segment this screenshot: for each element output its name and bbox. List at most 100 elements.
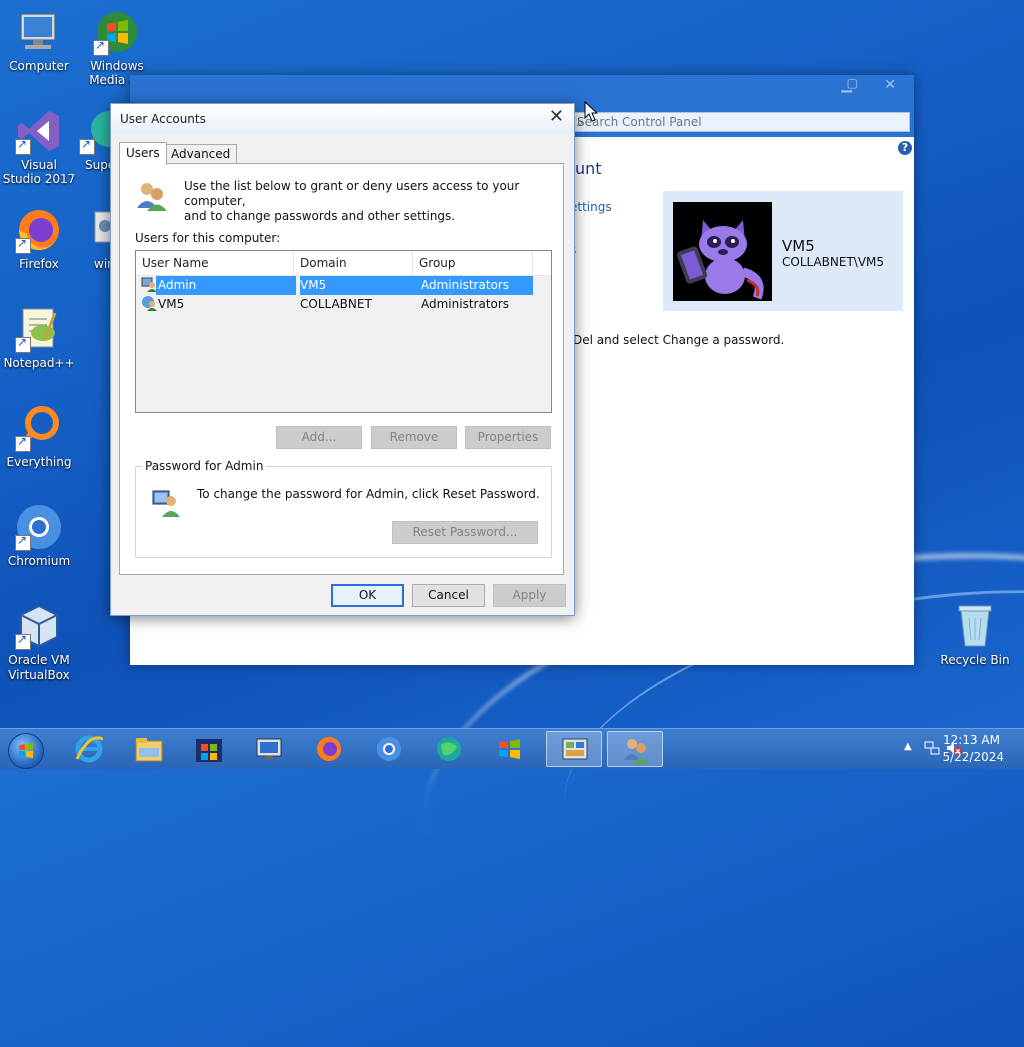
user-password-icon <box>151 487 183 519</box>
user-name: VM5 <box>782 237 815 255</box>
desktop-icon-visual-studio[interactable]: Visual Studio 2017 <box>1 107 77 186</box>
users-listview[interactable]: User Name Domain Group Admin VM5 Adminis… <box>135 250 552 413</box>
remove-user-button[interactable]: Remove <box>371 426 457 449</box>
network-icon[interactable] <box>924 740 940 759</box>
user-accounts-icon <box>624 739 649 764</box>
search-icon[interactable]: ⌕ <box>577 115 903 130</box>
desktop-icon-notepad-plus-plus[interactable]: Notepad++ <box>1 305 77 370</box>
password-group-title: Password for Admin <box>142 459 267 473</box>
taskbar-control-panel[interactable] <box>546 731 602 767</box>
password-hint-text: Del and select Change a password. <box>573 333 785 347</box>
table-row[interactable]: Admin VM5 Administrators <box>138 276 533 295</box>
everything-search-icon <box>15 404 63 452</box>
clock-date[interactable]: 5/22/2024 <box>942 750 1004 764</box>
taskbar-user-accounts[interactable] <box>607 731 663 767</box>
user-account-icon <box>141 295 157 317</box>
maximize-icon[interactable]: ▢ <box>847 76 858 90</box>
password-groupbox: Password for Admin To change the passwor… <box>135 459 552 558</box>
help-icon[interactable]: ? <box>898 141 912 155</box>
windows-media-center-icon <box>499 739 520 759</box>
internet-explorer-icon <box>75 735 103 763</box>
desktop-icon-firefox[interactable]: Firefox <box>1 206 77 271</box>
taskbar-firefox[interactable] <box>301 731 357 767</box>
desktop-icon-label: Recycle Bin <box>940 653 1010 667</box>
user-card: VM5 COLLABNET\VM5 <box>663 191 903 311</box>
taskbar-windows-store[interactable] <box>181 731 237 767</box>
search-control-panel-input[interactable]: Search Control Panel ⌕ <box>572 112 910 132</box>
dialog-title: User Accounts <box>120 112 206 126</box>
desktop-icon-label: Computer <box>9 59 69 73</box>
desktop-icon-everything[interactable]: Everything <box>1 404 77 469</box>
taskbar-maps[interactable] <box>421 731 477 767</box>
apply-button[interactable]: Apply <box>493 584 566 607</box>
column-header-group[interactable]: Group <box>413 251 533 275</box>
users-tab-panel: Use the list below to grant or deny user… <box>119 163 564 575</box>
computer-icon <box>15 8 63 56</box>
firefox-icon <box>15 206 63 254</box>
column-header-user-name[interactable]: User Name <box>136 251 294 275</box>
table-row[interactable]: VM5 COLLABNET Administrators <box>138 295 533 314</box>
column-header-domain[interactable]: Domain <box>294 251 413 275</box>
show-hidden-icons-icon[interactable]: ▲ <box>904 741 912 752</box>
users-icon <box>135 180 167 212</box>
tab-users[interactable]: Users <box>119 142 167 165</box>
add-user-button[interactable]: Add... <box>276 426 362 449</box>
cell-domain: VM5 <box>300 278 327 292</box>
intro-text: Use the list below to grant or deny user… <box>184 179 554 224</box>
firefox-icon <box>317 737 341 761</box>
intro-line: and to change passwords and other settin… <box>184 209 456 223</box>
user-accounts-dialog[interactable]: User Accounts ✕ Users Advanced Use the l… <box>110 103 575 616</box>
start-button[interactable] <box>8 733 44 769</box>
desktop-icon-label: Notepad++ <box>3 356 75 370</box>
close-icon[interactable]: ✕ <box>549 106 564 127</box>
desktop-icon-label: Chromium <box>7 554 71 568</box>
virtualbox-icon <box>15 602 63 650</box>
password-instruction: To change the password for Admin, click … <box>197 487 540 501</box>
desktop-icon-label: Firefox <box>19 257 59 271</box>
cell-group: Administrators <box>421 278 510 292</box>
file-explorer-icon <box>135 738 163 762</box>
listview-header: User Name Domain Group <box>136 251 551 276</box>
properties-button[interactable]: Properties <box>465 426 551 449</box>
settings-link[interactable]: ettings <box>570 200 612 214</box>
taskbar-chromium[interactable] <box>361 731 417 767</box>
recycle-bin-icon <box>951 602 999 650</box>
page-title: unt <box>575 159 602 178</box>
ok-button[interactable]: OK <box>331 584 404 607</box>
cancel-button[interactable]: Cancel <box>412 584 485 607</box>
desktop-icon-chromium[interactable]: Chromium <box>1 503 77 568</box>
chromium-icon <box>377 737 401 761</box>
user-domain: COLLABNET\VM5 <box>782 255 885 269</box>
taskbar: ▲ 12:13 AM 5/22/2024 <box>0 728 1024 769</box>
remote-desktop-icon <box>256 738 282 760</box>
cell-user-name: VM5 <box>158 297 185 311</box>
windows-store-icon <box>196 739 222 762</box>
tab-advanced[interactable]: Advanced <box>164 144 238 164</box>
desktop-icon-virtualbox[interactable]: Oracle VM VirtualBox <box>1 602 77 683</box>
windows-media-center-icon <box>93 8 141 56</box>
taskbar-remote-desktop[interactable] <box>241 731 297 767</box>
visual-studio-icon <box>15 107 63 155</box>
dialog-titlebar[interactable]: User Accounts ✕ <box>111 104 574 134</box>
desktop-icon-label: Oracle VM VirtualBox <box>8 653 70 682</box>
avatar <box>673 202 772 301</box>
chromium-icon <box>15 503 63 551</box>
control-panel-icon <box>562 738 588 760</box>
desktop-icon-recycle-bin[interactable]: Recycle Bin <box>937 602 1013 667</box>
clock-time[interactable]: 12:13 AM <box>943 733 1000 747</box>
close-icon[interactable]: ✕ <box>884 77 896 93</box>
windows-logo-icon <box>19 743 33 758</box>
system-tray: ▲ 12:13 AM 5/22/2024 <box>874 729 1024 769</box>
desktop-icon-computer[interactable]: Computer <box>1 8 77 73</box>
reset-password-button[interactable]: Reset Password... <box>392 521 538 544</box>
taskbar-internet-explorer[interactable] <box>61 731 117 767</box>
desktop-icon-label: Everything <box>6 455 72 469</box>
maps-icon <box>437 737 461 761</box>
users-list-label: Users for this computer: <box>135 231 281 245</box>
taskbar-windows-media-center[interactable] <box>481 731 537 767</box>
desktop-icon-label: Visual Studio 2017 <box>2 158 76 186</box>
mouse-cursor-icon <box>584 100 599 126</box>
cell-group: Administrators <box>421 297 510 311</box>
taskbar-file-explorer[interactable] <box>121 731 177 767</box>
cell-domain: COLLABNET <box>300 297 372 311</box>
